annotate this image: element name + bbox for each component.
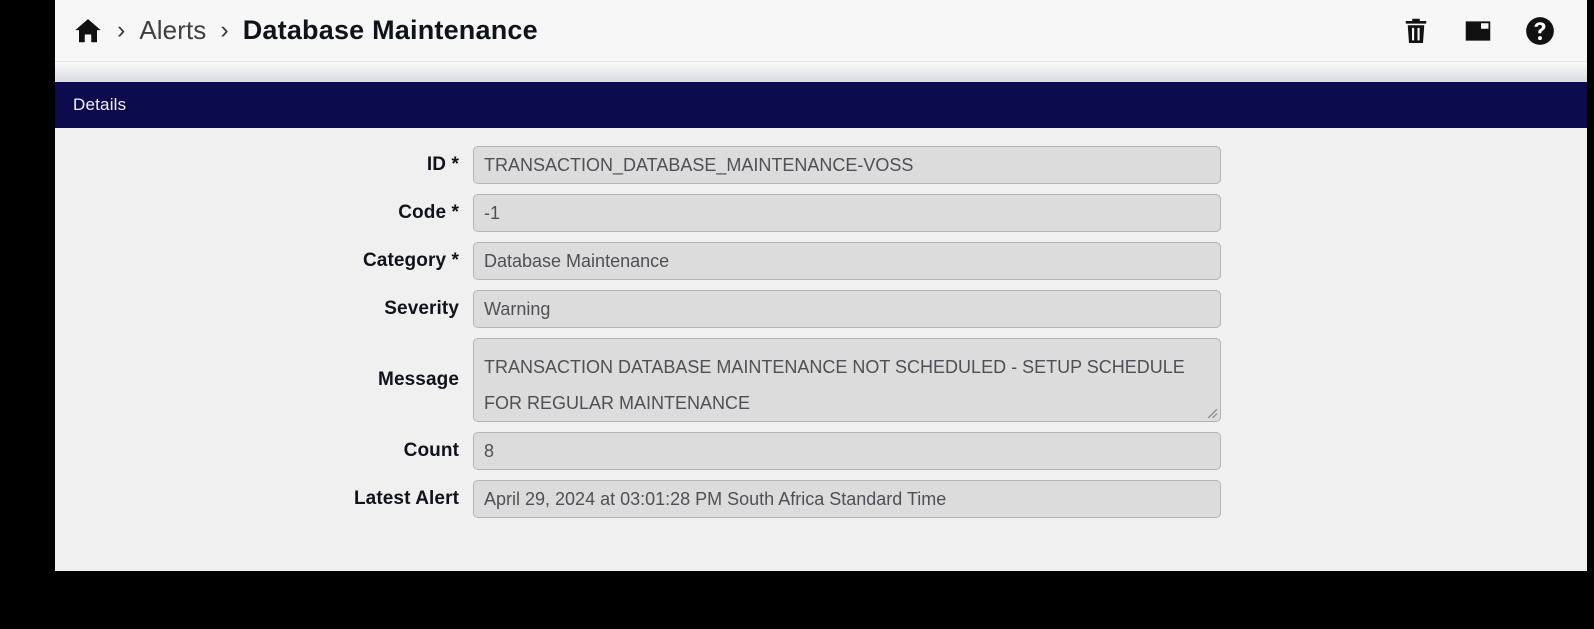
form-row-severity: Severity <box>55 290 1587 328</box>
field-control-category <box>473 242 1221 280</box>
form-row-count: Count <box>55 432 1587 470</box>
label-message: Message <box>378 369 459 390</box>
resize-handle-icon[interactable] <box>1205 406 1218 419</box>
category-input[interactable] <box>473 242 1221 280</box>
label-code: Code * <box>398 202 459 223</box>
code-input[interactable] <box>473 194 1221 232</box>
message-textarea-wrapper: TRANSACTION DATABASE MAINTENANCE NOT SCH… <box>473 338 1221 422</box>
latest-alert-input[interactable] <box>473 480 1221 518</box>
breadcrumb: › Alerts › Database Maintenance <box>73 15 1399 46</box>
count-input[interactable] <box>473 432 1221 470</box>
breadcrumb-item-current: Database Maintenance <box>242 15 538 45</box>
label-latest-alert: Latest Alert <box>353 488 459 509</box>
form-row-category: Category * <box>55 242 1587 280</box>
form-row-latest-alert: Latest Alert <box>55 480 1587 518</box>
field-control-message: TRANSACTION DATABASE MAINTENANCE NOT SCH… <box>473 338 1221 422</box>
label-category: Category * <box>362 250 459 271</box>
home-icon[interactable] <box>73 16 103 46</box>
severity-input[interactable] <box>473 290 1221 328</box>
label-count: Count <box>403 440 459 461</box>
save-icon[interactable] <box>1461 14 1495 48</box>
form-row-code: Code * <box>55 194 1587 232</box>
details-section-title: Details <box>73 95 127 114</box>
toolbar-divider <box>55 62 1587 82</box>
top-toolbar: › Alerts › Database Maintenance <box>55 0 1587 62</box>
form-row-message: Message TRANSACTION DATABASE MAINTENANCE… <box>55 338 1587 422</box>
label-id: ID * <box>426 154 459 175</box>
label-severity: Severity <box>384 298 459 319</box>
breadcrumb-separator-1: › <box>117 16 126 44</box>
application-window: › Alerts › Database Maintenance Details … <box>55 0 1587 571</box>
form-row-id: ID * <box>55 146 1587 184</box>
message-textarea[interactable]: TRANSACTION DATABASE MAINTENANCE NOT SCH… <box>473 338 1221 422</box>
field-control-count <box>473 432 1221 470</box>
field-control-latest-alert <box>473 480 1221 518</box>
details-section-header: Details <box>55 82 1587 128</box>
field-control-severity <box>473 290 1221 328</box>
help-icon[interactable] <box>1523 14 1557 48</box>
details-form: ID * Code * Category * Severity <box>55 128 1587 571</box>
field-control-code <box>473 194 1221 232</box>
breadcrumb-item-alerts[interactable]: Alerts <box>139 15 206 46</box>
field-control-id <box>473 146 1221 184</box>
toolbar-actions <box>1399 14 1571 48</box>
id-input[interactable] <box>473 146 1221 184</box>
breadcrumb-separator-2: › <box>220 16 229 44</box>
trash-icon[interactable] <box>1399 14 1433 48</box>
